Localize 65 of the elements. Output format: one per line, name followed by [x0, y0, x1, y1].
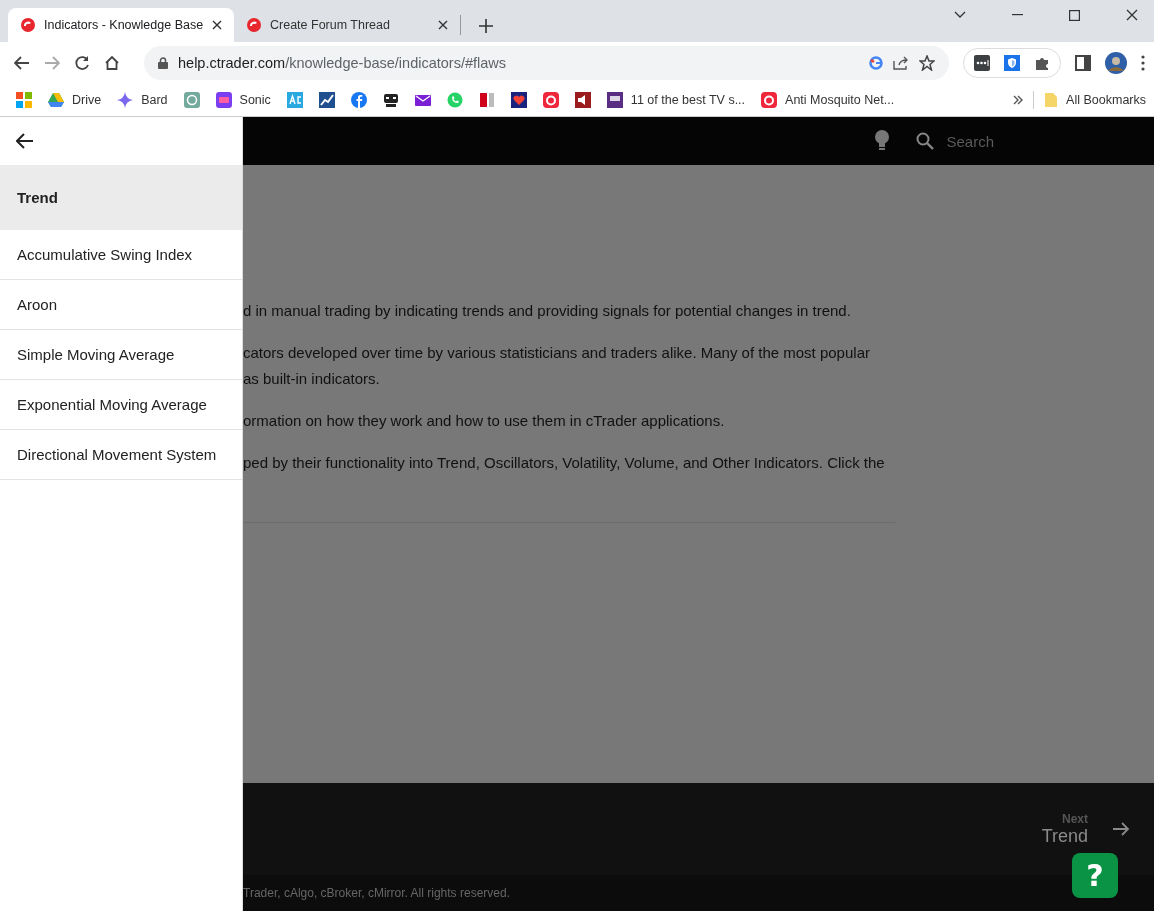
folder-icon — [1044, 92, 1059, 108]
copyright: Trader, cAlgo, cBroker, cMirror. All rights reserved. — [243, 886, 510, 900]
browser-tab[interactable]: Indicators - Knowledge Base — [8, 8, 234, 42]
address-bar[interactable]: help.ctrader.com/knowledge-base/indicators/#flaws — [144, 46, 949, 80]
app-icon — [215, 92, 232, 108]
bookmark-link[interactable]: Anti Mosquito Net... — [761, 92, 895, 108]
facebook-icon[interactable] — [350, 92, 367, 108]
speaker-icon[interactable] — [574, 92, 591, 108]
home-icon[interactable] — [104, 55, 120, 71]
browser-tab[interactable]: Create Forum Thread — [234, 8, 460, 42]
help-button[interactable]: ? — [1072, 853, 1118, 898]
menu-item[interactable]: Exponential Moving Average — [0, 380, 242, 430]
star-icon[interactable] — [919, 55, 935, 71]
reload-icon[interactable] — [74, 55, 90, 71]
new-tab-icon[interactable] — [479, 19, 493, 33]
puzzle-icon[interactable] — [1034, 55, 1050, 71]
back-icon[interactable] — [14, 56, 30, 70]
shield-icon[interactable] — [1004, 55, 1020, 71]
password-manager-icon[interactable] — [974, 55, 990, 71]
robot-icon[interactable] — [382, 92, 399, 108]
menu-item[interactable]: Aroon — [0, 280, 242, 330]
camera-icon[interactable] — [542, 92, 559, 108]
paragraph: ped by their functionality into Trend, Oscillators, Volatility, Volume, and Other Indicators. Click the — [243, 453, 886, 473]
search-icon — [916, 132, 935, 150]
lightbulb-icon[interactable] — [874, 130, 891, 152]
sparkle-icon — [117, 92, 134, 108]
chevrons-icon[interactable] — [1013, 95, 1024, 105]
mail-icon[interactable] — [414, 92, 431, 108]
bookmark-link[interactable]: All Bookmarks — [1044, 92, 1146, 108]
paragraph: cators developed over time by various statisticians and traders alike. Many of the most popular as built-in indicators. — [243, 343, 871, 389]
heart-icon[interactable] — [510, 92, 527, 108]
bookmark-link[interactable]: Bard — [117, 92, 168, 108]
arrow-right-icon[interactable] — [1112, 821, 1130, 837]
bookmark-link[interactable]: Drive — [48, 92, 102, 108]
menu-item[interactable]: Directional Movement System — [0, 430, 242, 480]
bookmark-link[interactable]: 11 of the best TV s... — [606, 92, 746, 108]
lock-icon — [158, 57, 168, 69]
minimize-icon[interactable] — [1012, 14, 1023, 16]
more-icon[interactable] — [1141, 55, 1145, 71]
tv-icon — [606, 92, 623, 108]
logo-icon — [20, 17, 36, 33]
next-caption: Next — [1062, 811, 1088, 826]
menu-item[interactable]: Simple Moving Average — [0, 330, 242, 380]
letters-icon[interactable] — [286, 92, 303, 108]
maximize-icon[interactable] — [1069, 9, 1080, 21]
google-icon[interactable] — [869, 56, 883, 70]
side-panel-icon[interactable] — [1075, 55, 1091, 71]
paragraph: d in manual trading by indicating trends and providing signals for potential changes in trend. — [243, 301, 852, 321]
menu-item[interactable]: Accumulative Swing Index — [0, 230, 242, 280]
close-icon[interactable] — [438, 20, 448, 30]
close-icon[interactable] — [212, 20, 222, 30]
drive-icon — [48, 92, 64, 108]
close-icon[interactable] — [1126, 9, 1138, 21]
bookmark-link[interactable]: Sonic — [215, 92, 271, 108]
paragraph: ormation on how they work and how to use them in cTrader applications. — [243, 411, 726, 431]
chart-icon[interactable] — [318, 92, 335, 108]
share-icon[interactable] — [893, 56, 909, 70]
logo-icon — [246, 17, 262, 33]
back-arrow-icon[interactable] — [16, 133, 34, 149]
windows-icon[interactable] — [16, 92, 32, 108]
section-title: Trend — [0, 165, 242, 230]
next-link[interactable]: Trend — [1041, 825, 1088, 847]
avatar-icon[interactable] — [1105, 52, 1127, 74]
chevron-down-icon[interactable] — [954, 11, 966, 19]
camera-icon — [761, 92, 778, 108]
